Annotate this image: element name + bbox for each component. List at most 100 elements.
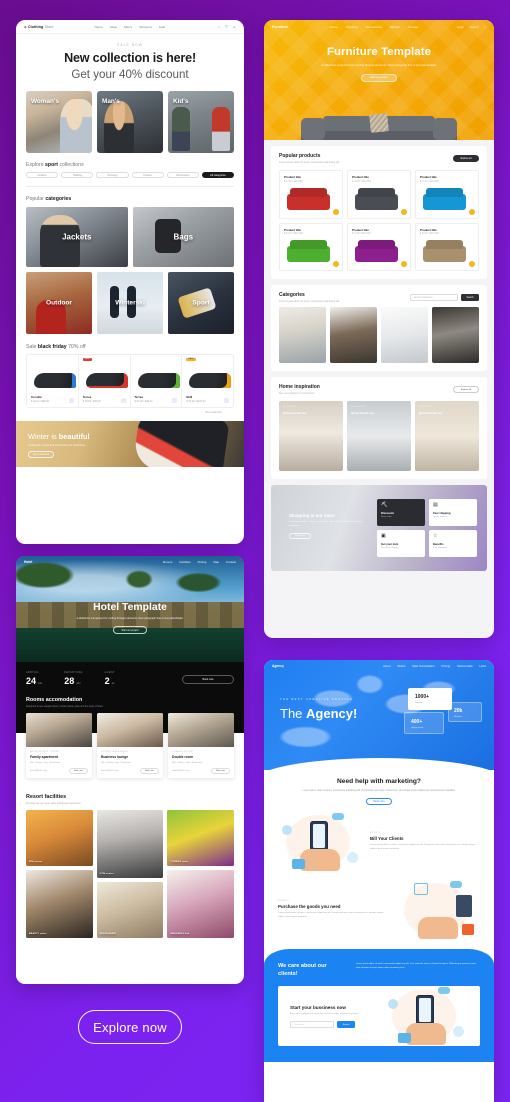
feature-card-discounts[interactable]: ⛏ Discounts Every order <box>377 499 425 526</box>
product-card[interactable]: Product title $ 23.00 / $39 USD <box>279 222 343 271</box>
facility-tile-beauty[interactable]: BEAUTY salon <box>26 870 93 938</box>
nav-item-testimonials[interactable]: Testimonials <box>457 664 472 668</box>
template-preview-hotel[interactable]: Hotel Rooms Facilities Pricing Map Conta… <box>16 556 244 984</box>
nav-item-rooms[interactable]: Rooms <box>163 560 172 564</box>
banner-button[interactable]: Open collection <box>28 451 54 458</box>
tile-jackets[interactable]: Jackets <box>26 206 128 267</box>
nav-item-about[interactable]: About <box>383 664 390 668</box>
category-tile-bathroom[interactable] <box>381 307 428 363</box>
room-card[interactable]: CLASSIC ROOM Double room Wifi · Parking … <box>168 713 234 778</box>
facility-tile-fitness[interactable]: FITNESS room <box>167 810 235 866</box>
filter-pill-all-categories[interactable]: All categories <box>201 172 235 178</box>
product-card[interactable]: Product title $ 17.00 / $29 USD <box>414 170 479 219</box>
search-icon[interactable]: ⌕ <box>218 25 220 29</box>
nav-item-mens[interactable]: Men's <box>124 25 132 29</box>
cart-icon[interactable]: ⛉ <box>225 25 228 29</box>
add-to-cart-dot[interactable] <box>400 208 407 215</box>
product-card[interactable]: Terrex $ 51.00 / $99.00 <box>131 354 183 407</box>
product-card[interactable]: Product title $ 13.00 / $29 USD <box>346 222 411 271</box>
category-card-mans[interactable]: Man's <box>97 91 163 153</box>
facility-tile-spa[interactable]: SPA center <box>26 810 93 866</box>
facility-tile-weddings[interactable]: WEDDINGS hall <box>167 870 235 938</box>
nav-item-accessories[interactable]: Accessories <box>366 25 382 29</box>
furniture-hero-button[interactable]: Start our project <box>361 73 397 82</box>
cart-link[interactable]: Cart 0 <box>470 25 478 29</box>
search-icon[interactable]: ⌕ <box>484 25 486 29</box>
add-to-cart-dot[interactable] <box>400 261 407 267</box>
user-icon[interactable]: ☺ <box>233 25 236 29</box>
product-card[interactable]: Croslite $ 42.00 / $89.00 <box>27 354 79 407</box>
nav-item-kitchen[interactable]: Kitchen <box>390 25 400 29</box>
filter-pill-running[interactable]: Running <box>96 172 129 178</box>
tile-winterski[interactable]: Winterski <box>97 271 163 334</box>
product-card[interactable]: SALE Skill $ 63.00 / $119.00 <box>182 355 233 408</box>
booking-field-departure[interactable]: DEPARTURE 28 Jan <box>64 672 82 686</box>
room-book-button[interactable]: Book now <box>69 767 88 774</box>
cart-icon[interactable] <box>68 398 74 403</box>
category-card-kids[interactable]: Kid's <box>168 91 234 153</box>
nav-item-pricing[interactable]: Pricing <box>198 560 207 564</box>
category-tile-living-room[interactable] <box>279 307 326 363</box>
winter-banner[interactable]: Winter is beautiful Lookbooks, trends an… <box>16 421 244 467</box>
submit-button[interactable]: Submit <box>337 1021 355 1029</box>
add-to-cart-dot[interactable] <box>332 208 339 215</box>
nav-item-home[interactable]: Home <box>330 25 338 29</box>
product-card[interactable]: Product title $ 23.00 / $39 USD <box>414 222 479 271</box>
tile-sport[interactable]: Sport <box>168 271 234 334</box>
explore-all-button[interactable]: Explore all <box>453 155 479 162</box>
nav-item-shop[interactable]: Shop <box>110 25 117 29</box>
nav-item-furniture[interactable]: Furniture <box>346 25 358 29</box>
filter-pill-fitness[interactable]: Fitness <box>131 172 164 178</box>
nav-item-garage[interactable]: Garage <box>408 25 418 29</box>
template-preview-furniture[interactable]: Furniture Home Furniture Accessories Kit… <box>264 20 494 638</box>
inspiration-card[interactable]: 26.01.2020 Quick brown fox <box>415 401 479 471</box>
agency-logo[interactable]: Agency <box>272 664 284 668</box>
hotel-hero-button[interactable]: Start our project <box>113 626 147 634</box>
filter-pill-trekking[interactable]: Trekking <box>61 172 94 178</box>
filter-pill-outdoor[interactable]: Outdoor <box>26 172 59 178</box>
nav-item-womens[interactable]: Women's <box>139 25 152 29</box>
nav-item-home[interactable]: Home <box>95 25 103 29</box>
booking-field-guest[interactable]: GUEST 2 ps <box>105 672 115 686</box>
explore-now-button[interactable]: Explore now <box>78 1010 182 1044</box>
clothing-logo[interactable]: ◆ Clothing Store <box>24 25 54 29</box>
room-book-button[interactable]: Book now <box>140 767 159 774</box>
nav-item-map[interactable]: Map <box>213 560 219 564</box>
room-card[interactable]: FROM 88 EUR / NIGHT Family apartment Wif… <box>26 713 92 778</box>
nav-item-facilities[interactable]: Facilities <box>179 560 190 564</box>
email-input[interactable]: Your email <box>290 1021 334 1029</box>
category-tile-kitchen[interactable] <box>330 307 377 363</box>
view-collection-link[interactable]: View collection <box>26 408 234 414</box>
category-tile-bedroom[interactable] <box>432 307 479 363</box>
search-button[interactable]: Search <box>461 294 479 301</box>
add-to-cart-dot[interactable] <box>332 261 339 267</box>
footer-button[interactable]: Read more <box>289 533 311 540</box>
feature-card-fast-shipping[interactable]: ▤ Fast shipping On the request <box>429 499 477 526</box>
cart-icon[interactable] <box>120 398 126 403</box>
category-card-womans[interactable]: Woman's <box>26 91 92 153</box>
room-book-button[interactable]: Book now <box>211 767 230 774</box>
nav-item-works[interactable]: Works <box>397 664 405 668</box>
nav-item-kids[interactable]: Kids <box>159 25 165 29</box>
product-card[interactable]: NEW Terrex $ 49.00 / $89.00 <box>79 354 131 407</box>
hotel-logo[interactable]: Hotel <box>24 560 32 564</box>
room-card[interactable]: LUXURY APARTMENT Business lounge Wifi · … <box>97 713 163 778</box>
feature-card-get-your-item[interactable]: ▣ Get your item Directly at catalog <box>377 530 425 557</box>
nav-item-links[interactable]: Links <box>479 664 486 668</box>
tile-outdoor[interactable]: Outdoor <box>26 271 92 334</box>
template-preview-clothing[interactable]: ◆ Clothing Store Home Shop Men's Women's… <box>16 20 244 544</box>
product-card[interactable]: Product title $ 13.00 / $29 USD <box>346 170 411 219</box>
nav-item-pricing[interactable]: Pricing <box>442 664 451 668</box>
nav-item-contact[interactable]: Contact <box>226 560 236 564</box>
feature-card-benefits[interactable]: ☆ Benefits Free warranties <box>429 530 477 557</box>
add-to-cart-dot[interactable] <box>468 208 475 215</box>
marketing-read-more-button[interactable]: Read more <box>366 798 392 806</box>
inspiration-card[interactable]: 26.01.2020 Quick brown fox <box>279 401 343 471</box>
product-card[interactable]: Product title $ 17.00 / $29 USD <box>279 170 343 219</box>
tile-bags[interactable]: Bags <box>132 206 234 267</box>
login-link[interactable]: Login <box>457 25 464 29</box>
book-now-button[interactable]: Book now <box>182 675 234 684</box>
inspiration-explore-button[interactable]: Explore all <box>453 386 479 393</box>
inspiration-card[interactable]: 26.01.2020 Quick brown fox <box>347 401 411 471</box>
facility-tile-restaurant[interactable]: RESTAURANT <box>96 882 164 938</box>
